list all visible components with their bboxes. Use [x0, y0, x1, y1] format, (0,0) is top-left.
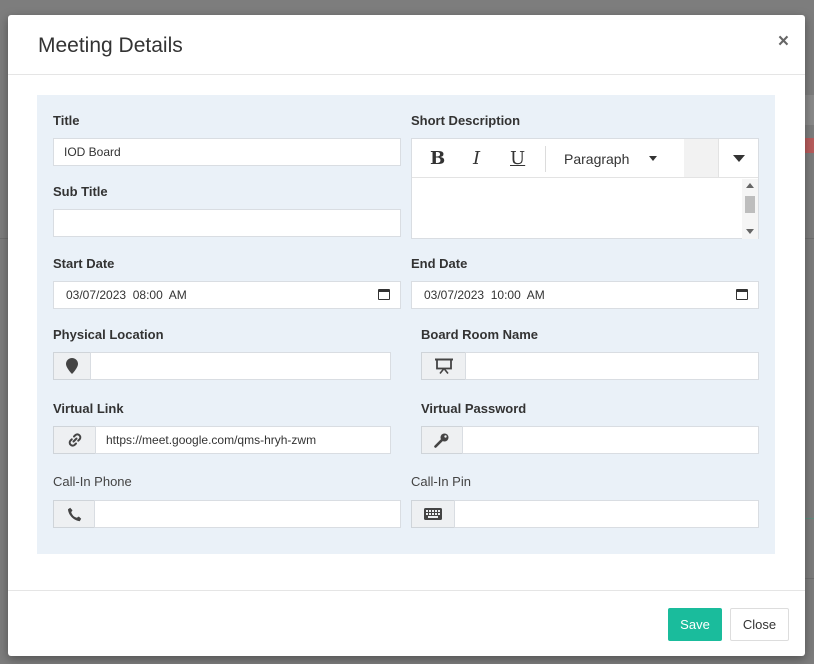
virtual-link-label: Virtual Link: [53, 401, 124, 416]
title-label: Title: [53, 113, 80, 128]
close-icon[interactable]: ×: [778, 32, 789, 51]
start-date-value: 03/07/2023 08:00 AM: [66, 288, 187, 302]
bold-button[interactable]: B: [430, 148, 445, 169]
keyboard-icon: [411, 500, 455, 528]
background-divider: [805, 518, 814, 519]
virtual-password-label: Virtual Password: [421, 401, 527, 416]
scroll-thumb[interactable]: [745, 196, 755, 213]
toolbar-separator: [545, 146, 546, 172]
save-button[interactable]: Save: [668, 608, 722, 641]
underline-button[interactable]: U: [510, 148, 525, 169]
end-date-input[interactable]: 03/07/2023 10:00 AM: [411, 281, 759, 309]
italic-button[interactable]: I: [473, 148, 480, 169]
more-options-button[interactable]: [718, 139, 759, 177]
background-divider: [805, 578, 814, 579]
phone-icon: [53, 500, 95, 528]
background-divider: [805, 238, 814, 239]
meeting-form: Title IOD Board Sub Title Short Descript…: [37, 95, 775, 554]
start-date-label: Start Date: [53, 256, 115, 271]
key-icon: [421, 426, 463, 454]
call-in-phone-input[interactable]: [94, 500, 401, 528]
physical-location-input[interactable]: [90, 352, 391, 380]
toolbar-spacer: [684, 139, 718, 177]
chevron-down-icon[interactable]: [649, 156, 657, 161]
short-description-textarea[interactable]: [412, 179, 743, 239]
virtual-link-input[interactable]: https://meet.google.com/qms-hryh-zwm: [95, 426, 391, 454]
caret-down-icon: [733, 155, 745, 162]
calendar-icon[interactable]: [736, 289, 748, 300]
presentation-board-icon: [421, 352, 466, 380]
link-icon: [53, 426, 96, 454]
calendar-icon[interactable]: [378, 289, 390, 300]
editor-toolbar: B I U Paragraph: [412, 139, 758, 178]
short-description-editor: B I U Paragraph: [411, 138, 759, 239]
call-in-pin-input[interactable]: [454, 500, 759, 528]
background-red-tag: [805, 138, 814, 153]
editor-scrollbar[interactable]: [742, 179, 758, 239]
call-in-pin-label: Call-In Pin: [411, 474, 471, 489]
background-page-fragment: [805, 95, 814, 125]
virtual-password-input[interactable]: [462, 426, 759, 454]
paragraph-format-dropdown[interactable]: Paragraph: [564, 151, 629, 167]
sub-title-label: Sub Title: [53, 184, 108, 199]
scroll-down-arrow-icon[interactable]: [746, 229, 754, 234]
close-button[interactable]: Close: [730, 608, 789, 641]
modal-footer: Save Close: [8, 590, 805, 656]
map-marker-icon: [53, 352, 91, 380]
sub-title-input[interactable]: [53, 209, 401, 237]
title-input[interactable]: IOD Board: [53, 138, 401, 166]
call-in-phone-label: Call-In Phone: [53, 474, 132, 489]
modal-header: Meeting Details ×: [8, 15, 805, 75]
physical-location-label: Physical Location: [53, 327, 164, 342]
background-divider: [0, 238, 8, 239]
scroll-up-arrow-icon[interactable]: [746, 183, 754, 188]
start-date-input[interactable]: 03/07/2023 08:00 AM: [53, 281, 401, 309]
board-room-name-input[interactable]: [465, 352, 759, 380]
end-date-value: 03/07/2023 10:00 AM: [424, 288, 545, 302]
meeting-details-modal: Meeting Details × Title IOD Board Sub Ti…: [8, 15, 805, 656]
board-room-name-label: Board Room Name: [421, 327, 539, 342]
end-date-label: End Date: [411, 256, 468, 271]
modal-title: Meeting Details: [38, 34, 183, 57]
short-description-label: Short Description: [411, 113, 521, 128]
